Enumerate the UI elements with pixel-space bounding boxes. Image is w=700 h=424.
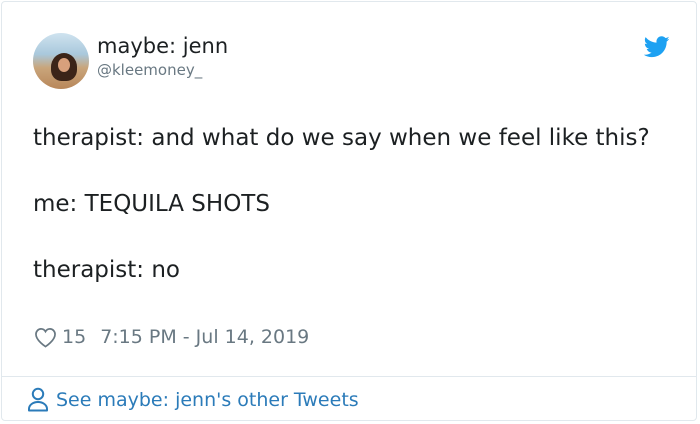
- tweet-meta: 15 7:15 PM - Jul 14, 2019: [34, 325, 309, 349]
- twitter-bird-icon[interactable]: [644, 36, 670, 58]
- see-other-tweets-label[interactable]: See maybe: jenn's other Tweets: [56, 389, 359, 411]
- tweet-text: therapist: and what do we say when we fe…: [33, 122, 653, 287]
- tweet-card: maybe: jenn @kleemoney_ therapist: and w…: [1, 1, 697, 421]
- tweet-paragraph: therapist: no: [33, 257, 180, 283]
- author-display-name[interactable]: maybe: jenn: [97, 33, 228, 59]
- divider: [2, 376, 696, 377]
- person-icon: [28, 387, 48, 412]
- tweet-paragraph: me: TEQUILA SHOTS: [33, 191, 270, 217]
- heart-icon[interactable]: [34, 327, 57, 348]
- avatar-face: [58, 58, 70, 72]
- like-count[interactable]: 15: [62, 326, 86, 348]
- see-other-tweets-link[interactable]: See maybe: jenn's other Tweets: [27, 387, 359, 412]
- author-handle[interactable]: @kleemoney_: [97, 61, 202, 79]
- timestamp[interactable]: 7:15 PM - Jul 14, 2019: [100, 326, 309, 348]
- tweet-paragraph: therapist: and what do we say when we fe…: [33, 125, 650, 151]
- avatar[interactable]: [33, 33, 89, 89]
